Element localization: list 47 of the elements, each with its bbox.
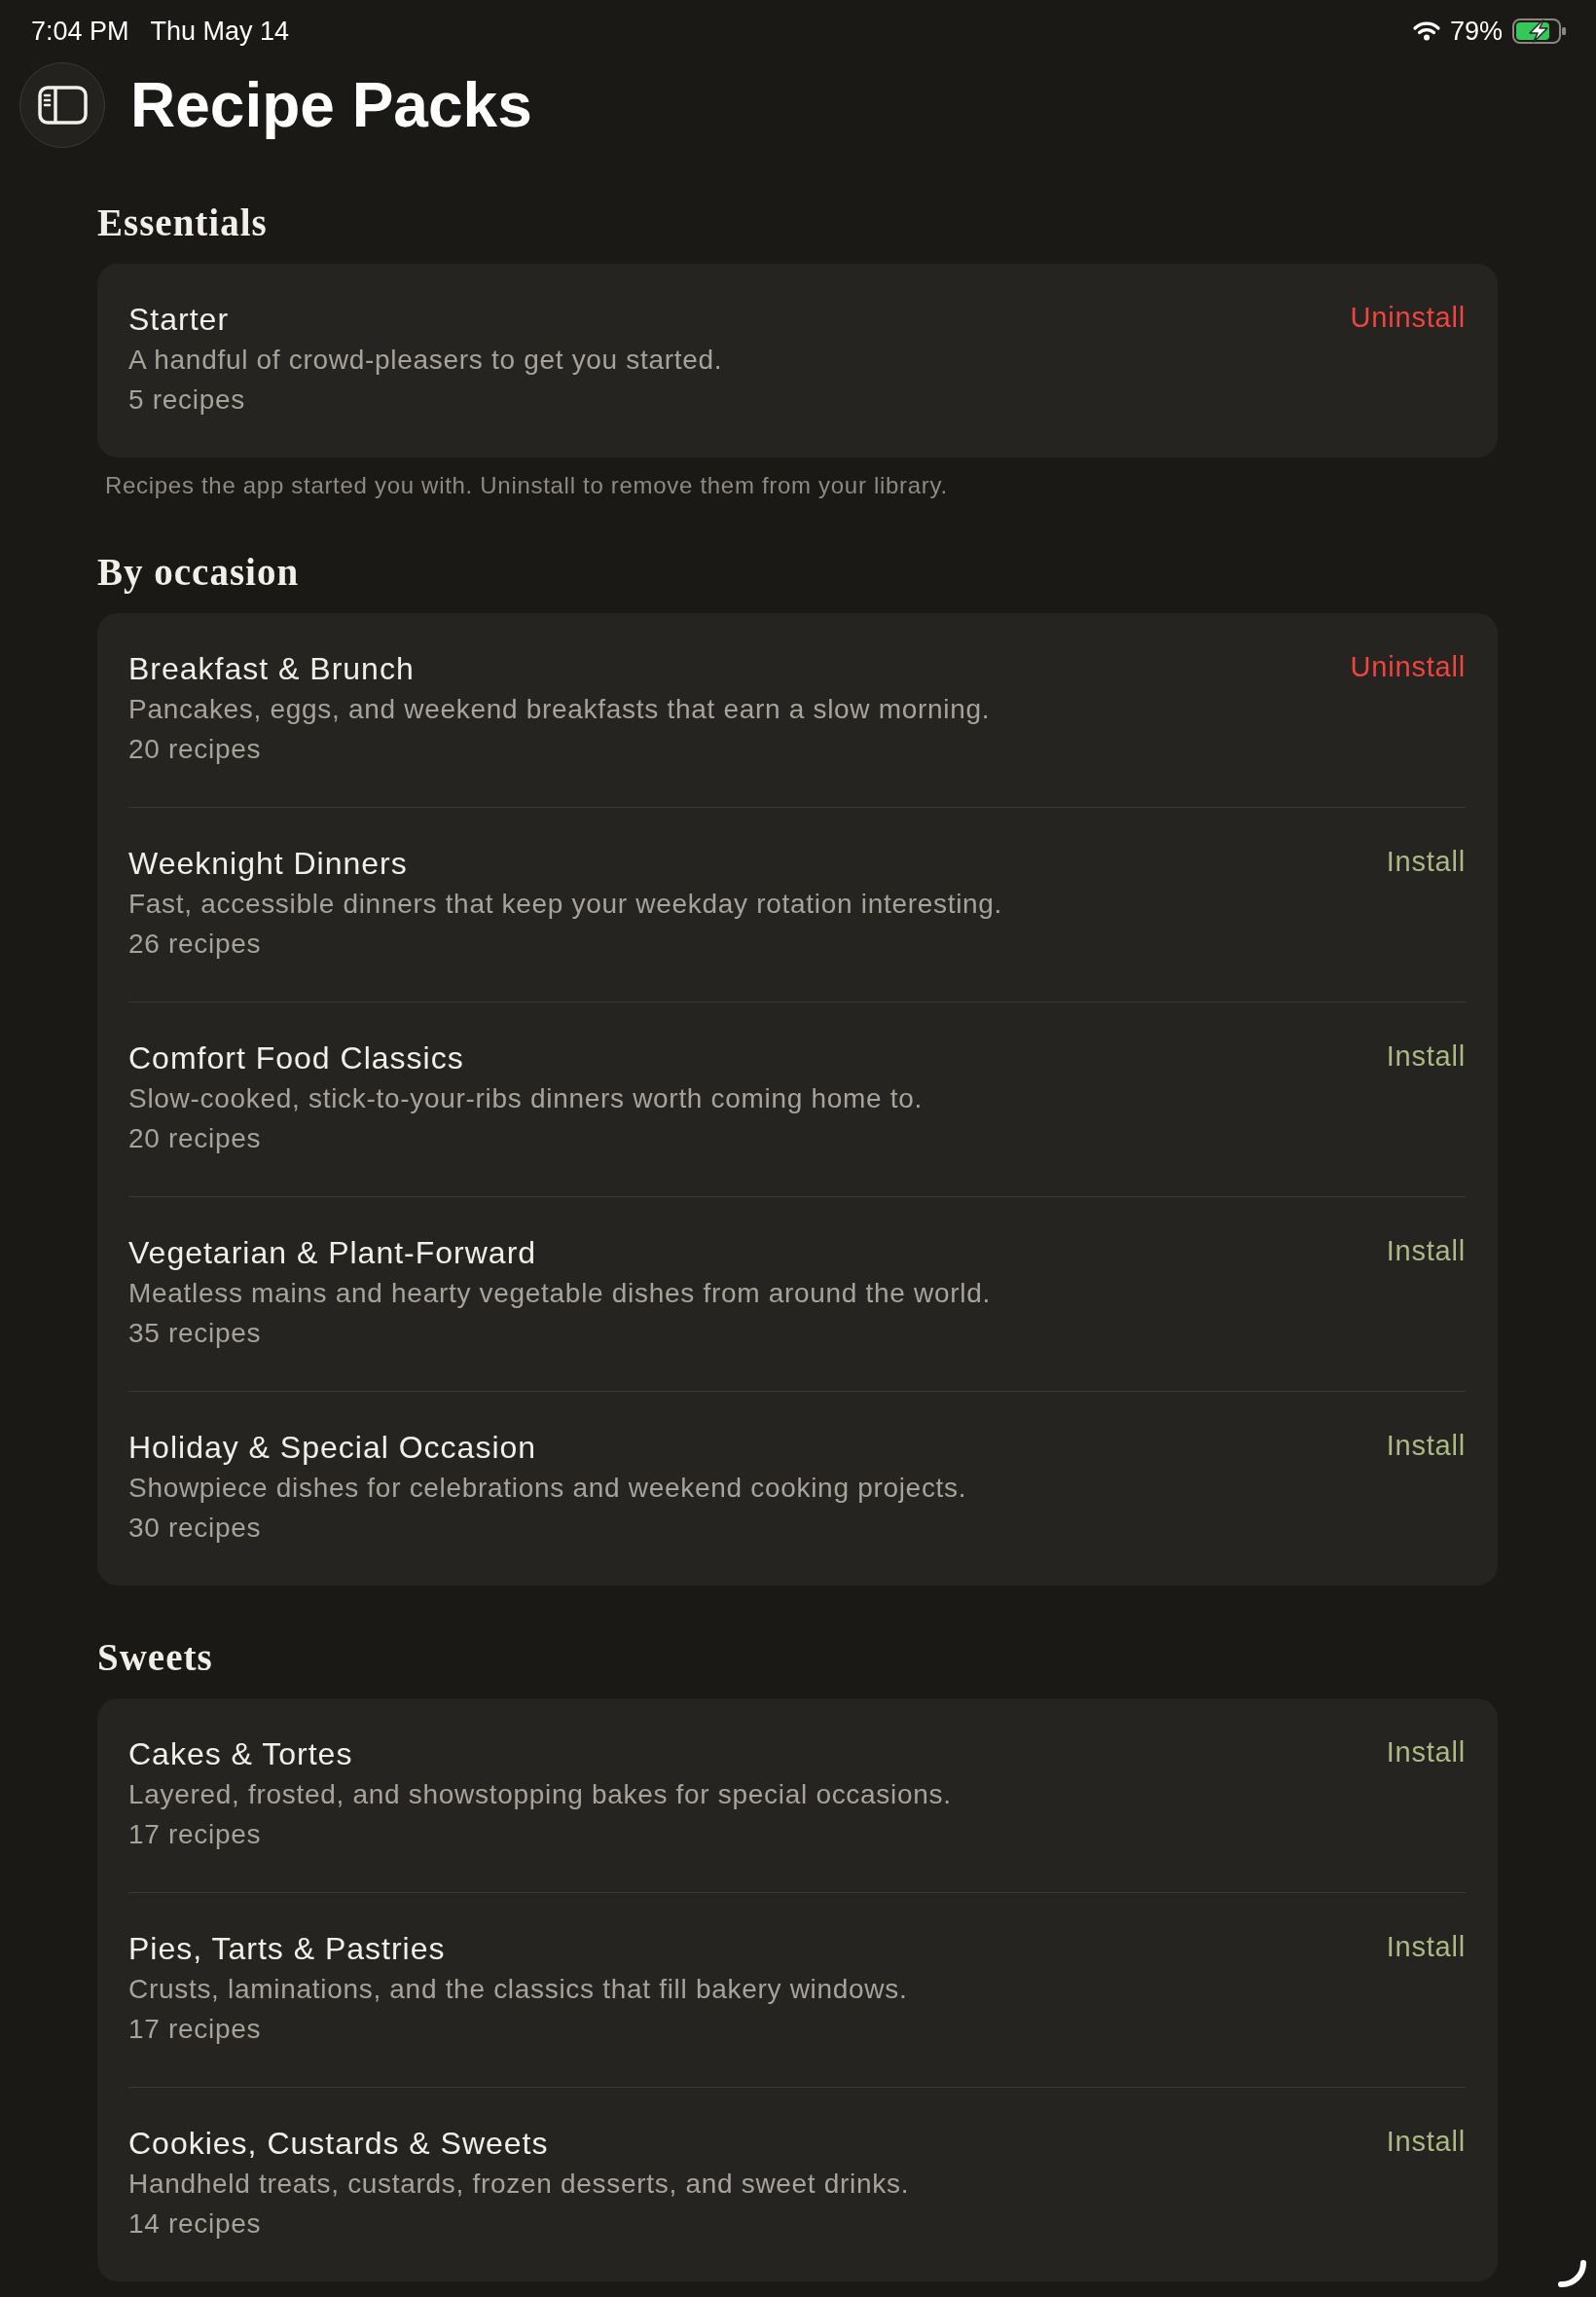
recipe-count: 17 recipes xyxy=(128,1818,263,1851)
pack-name: Cookies, Custards & Sweets xyxy=(128,2125,550,2163)
corner-arc-icon xyxy=(1557,2259,1588,2288)
pack-description: A handful of crowd-pleasers to get you started. xyxy=(128,344,723,377)
pack-description: Layered, frosted, and showstopping bakes for special occasions. xyxy=(128,1778,952,1811)
pack-name: Comfort Food Classics xyxy=(128,1039,465,1077)
recipe-count: 14 recipes xyxy=(128,2207,263,2241)
pack-name: Cakes & Tortes xyxy=(128,1735,354,1773)
pack-description: Crusts, laminations, and the classics that fill bakery windows. xyxy=(128,1973,908,2006)
uninstall-button[interactable]: Uninstall xyxy=(1350,299,1466,336)
pack-name: Weeknight Dinners xyxy=(128,845,409,883)
pack-name: Starter xyxy=(128,301,231,339)
section-heading: Essentials xyxy=(97,201,269,245)
recipe-count: 30 recipes xyxy=(128,1512,263,1545)
recipe-count: 35 recipes xyxy=(128,1317,263,1350)
pack-name: Pies, Tarts & Pastries xyxy=(128,1930,447,1968)
pack-description: Slow-cooked, stick-to-your-ribs dinners worth coming home to. xyxy=(128,1082,924,1115)
recipe-count: 26 recipes xyxy=(128,928,263,961)
section-heading: Sweets xyxy=(97,1635,214,1680)
pack-name: Holiday & Special Occasion xyxy=(128,1429,538,1467)
battery-percentage: 79% xyxy=(1449,16,1503,47)
install-button[interactable]: Install xyxy=(1386,1232,1466,1269)
page-title: Recipe Packs xyxy=(130,69,532,142)
install-button[interactable]: Install xyxy=(1386,843,1466,880)
section-footnote: Recipes the app started you with. Uninstall to remove them from your library. xyxy=(105,471,949,500)
recipe-count: 20 recipes xyxy=(128,733,263,766)
pack-description: Showpiece dishes for celebrations and weekend cooking projects. xyxy=(128,1472,967,1505)
install-button[interactable]: Install xyxy=(1386,1928,1466,1965)
uninstall-button[interactable]: Uninstall xyxy=(1350,648,1466,685)
status-date: Thu May 14 xyxy=(150,16,290,47)
install-button[interactable]: Install xyxy=(1386,2123,1466,2160)
install-button[interactable]: Install xyxy=(1386,1733,1466,1770)
pack-description: Meatless mains and hearty vegetable dishes from around the world. xyxy=(128,1277,991,1310)
section-heading: By occasion xyxy=(97,550,301,596)
recipe-count: 20 recipes xyxy=(128,1122,263,1155)
pack-name: Breakfast & Brunch xyxy=(128,650,416,688)
recipe-count: 17 recipes xyxy=(128,2013,263,2046)
wifi-icon xyxy=(1411,21,1441,41)
sidebar-icon xyxy=(37,86,88,125)
pack-name: Vegetarian & Plant-Forward xyxy=(128,1234,538,1272)
recipe-count: 5 recipes xyxy=(128,383,246,417)
install-button[interactable]: Install xyxy=(1386,1038,1466,1075)
install-button[interactable]: Install xyxy=(1386,1427,1466,1464)
pack-description: Pancakes, eggs, and weekend breakfasts that earn a slow morning. xyxy=(128,693,991,726)
status-time: 7:04 PM xyxy=(31,16,129,47)
pack-description: Handheld treats, custards, frozen desserts, and sweet drinks. xyxy=(128,2168,910,2201)
pack-description: Fast, accessible dinners that keep your weekday rotation interesting. xyxy=(128,888,1003,921)
